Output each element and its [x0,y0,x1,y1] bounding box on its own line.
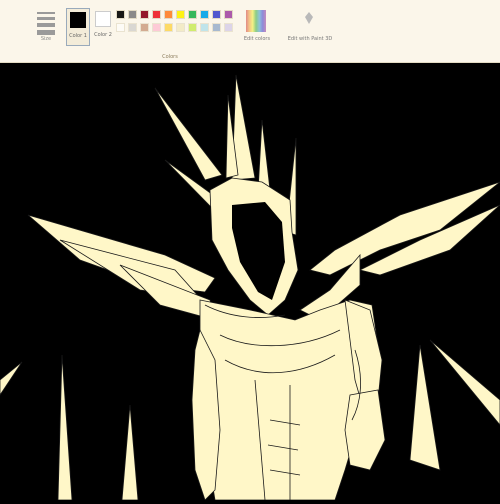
shard [57,354,73,501]
size-label: Size [40,36,52,42]
palette-swatch[interactable] [212,10,221,19]
paint3d-label: Edit with Paint 3D [287,36,333,42]
palette-swatch[interactable] [164,10,173,19]
palette-swatch[interactable] [152,23,161,32]
palette-swatch[interactable] [200,23,209,32]
drawing-canvas[interactable] [0,63,500,501]
palette-swatch[interactable] [128,10,137,19]
palette-swatch[interactable] [152,10,161,19]
color1-label: Color 1 [69,33,87,39]
size-lines-icon [37,12,55,38]
palette-swatch[interactable] [188,10,197,19]
shard [409,344,441,471]
paint3d-icon [305,12,313,24]
palette-swatch[interactable] [128,23,137,32]
palette-swatch[interactable] [176,10,185,19]
colors-group-label: Colors [162,54,178,60]
head-spike [154,87,223,181]
head-spike [257,119,271,193]
left-wing [27,214,216,293]
palette-swatch[interactable] [140,23,149,32]
color1-swatch [70,12,86,28]
color2-label: Color 2 [94,32,112,38]
palette-swatch[interactable] [224,10,233,19]
edit-colors-button[interactable]: Edit colors [240,8,274,48]
palette-swatch[interactable] [224,23,233,32]
shard [121,404,139,501]
rainbow-palette-icon [246,10,266,32]
right-forearm [344,389,386,471]
palette-swatch[interactable] [164,23,173,32]
edit-colors-label: Edit colors [243,36,271,42]
shard [0,361,23,396]
size-button[interactable]: Size [30,8,62,44]
color2-swatch [95,11,111,27]
ribbon: Size Color 1 Color 2 Edit colors Edit wi… [0,0,500,63]
color2-button[interactable]: Color 2 [92,8,114,44]
paint3d-button[interactable]: Edit with Paint 3D [282,8,338,48]
palette-swatch[interactable] [200,10,209,19]
palette-swatch[interactable] [116,23,125,32]
shard [429,339,500,426]
palette-swatch[interactable] [188,23,197,32]
palette-swatch[interactable] [176,23,185,32]
palette-swatch[interactable] [116,10,125,19]
palette-swatch[interactable] [212,23,221,32]
color1-button[interactable]: Color 1 [66,8,90,46]
sketch-drawing [0,74,500,501]
palette-swatch[interactable] [140,10,149,19]
